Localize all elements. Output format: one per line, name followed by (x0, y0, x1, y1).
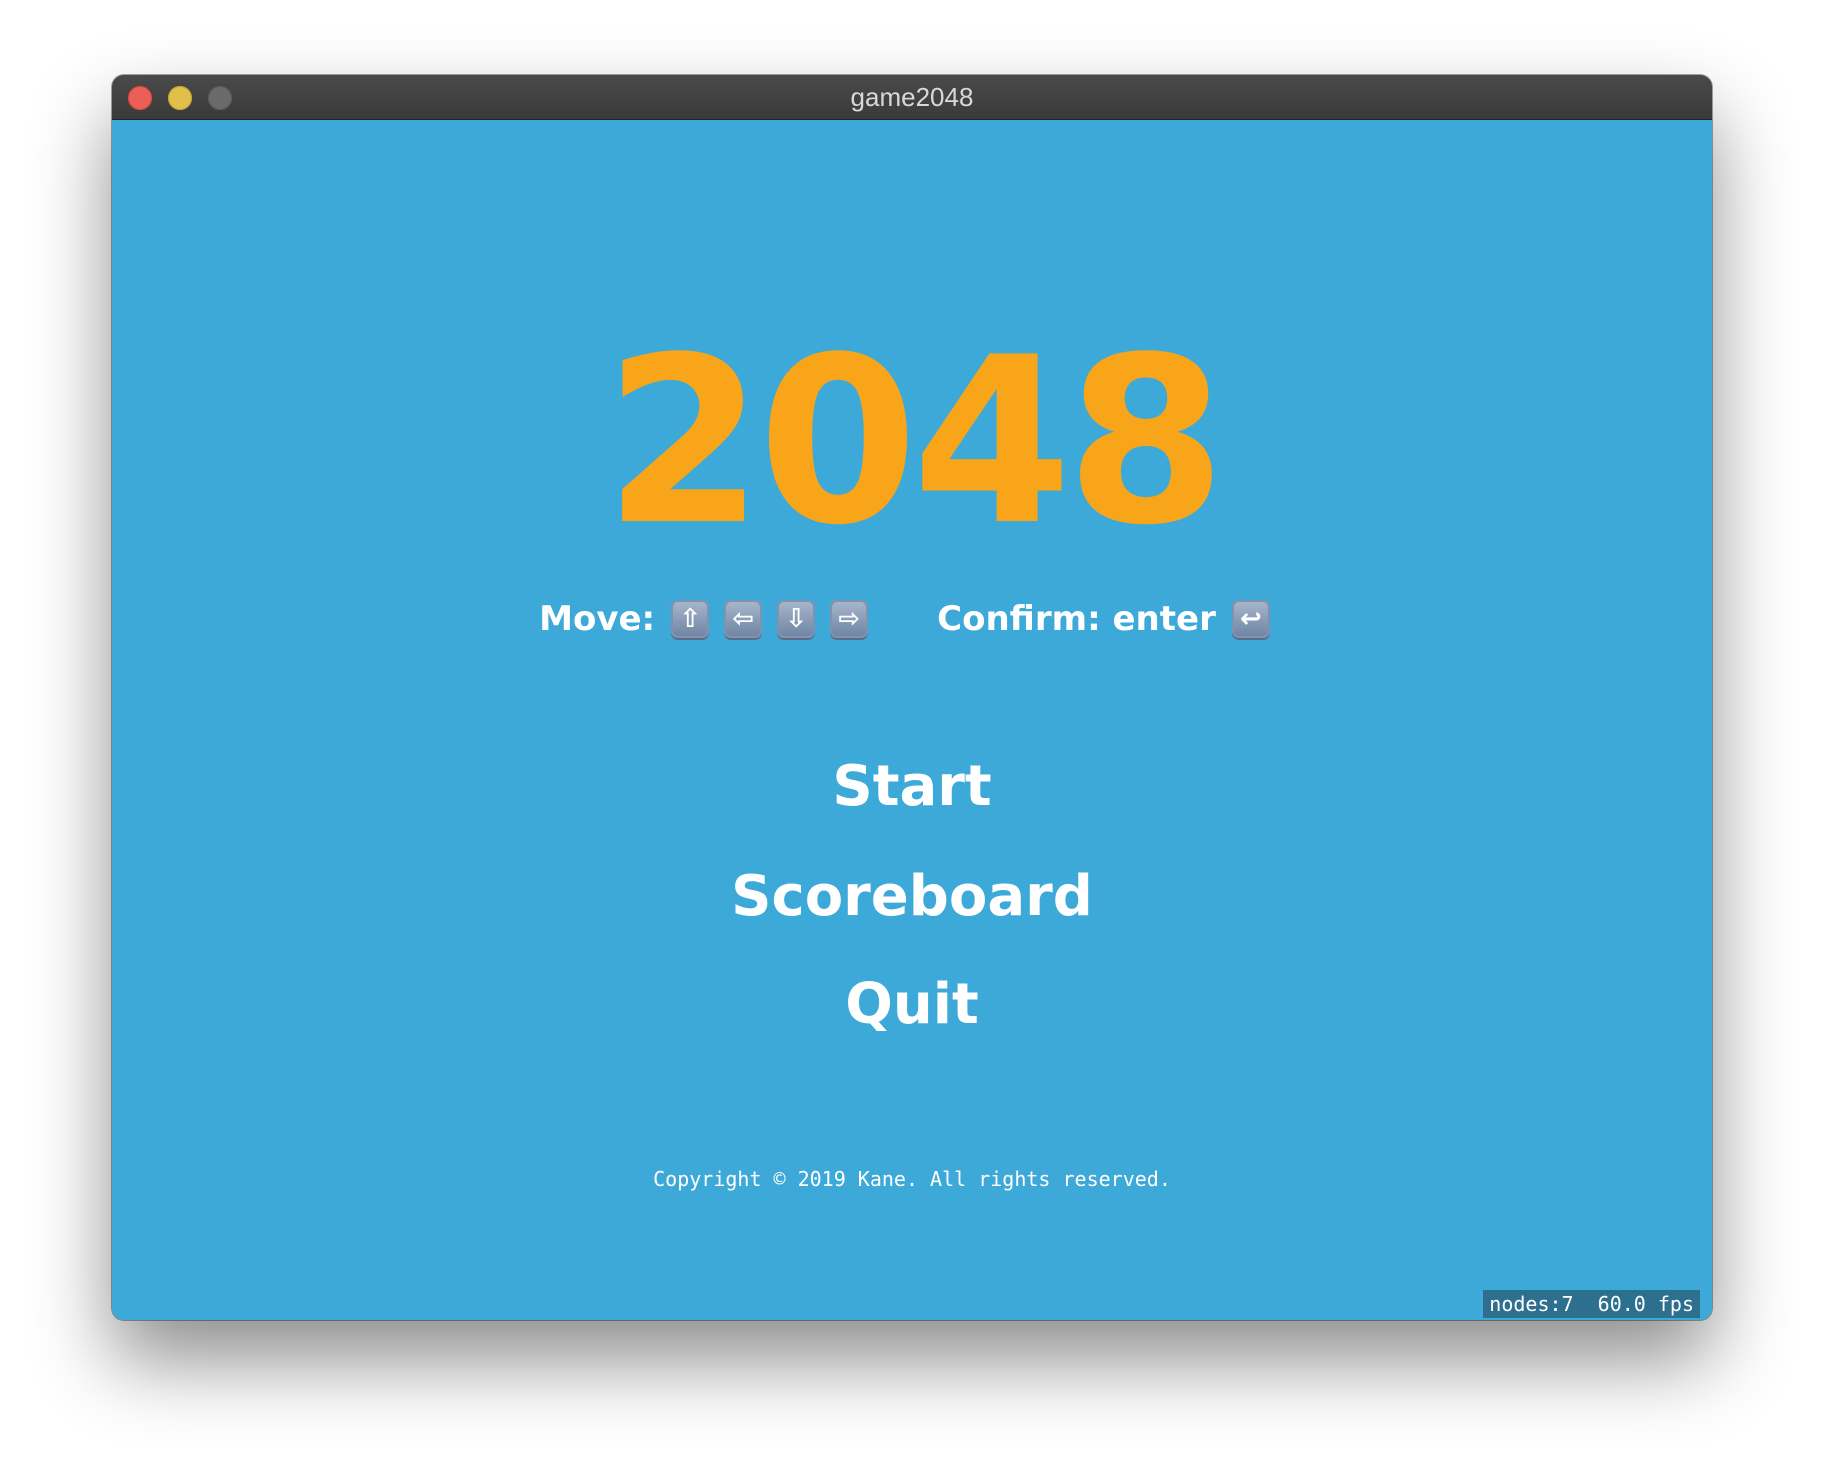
scoreboard-label[interactable]: Scoreboard (731, 865, 1093, 929)
enter-key-icon: ↩ (1231, 600, 1270, 638)
confirm-label: Confirm: enter (937, 599, 1216, 639)
start-label[interactable]: Start (832, 755, 991, 819)
title-bar[interactable]: game2048 (112, 75, 1712, 120)
down-arrow-key-icon: ⇩ (777, 600, 816, 638)
right-arrow-key-icon: ⇨ (830, 600, 869, 638)
confirm-controls: Confirm: enter ↩ (937, 599, 1285, 639)
quit-label[interactable]: Quit (845, 973, 978, 1037)
move-label: Move: (539, 599, 656, 639)
copyright-text: Copyright © 2019 Kane. All rights reserv… (653, 1167, 1171, 1191)
up-arrow-key-icon: ⇧ (671, 600, 710, 638)
game-window: game2048 2048 Move: ⇧ ⇦ ⇩ ⇨ Confirm: ent… (112, 75, 1712, 1320)
start-menu-item[interactable]: Start (112, 755, 1712, 819)
quit-menu-item[interactable]: Quit (112, 973, 1712, 1037)
game-canvas[interactable]: 2048 Move: ⇧ ⇦ ⇩ ⇨ Confirm: enter ↩ Star… (112, 120, 1712, 1320)
debug-stats: nodes:7 60.0 fps (1483, 1290, 1700, 1318)
left-arrow-key-icon: ⇦ (724, 600, 763, 638)
controls-hint: Move: ⇧ ⇦ ⇩ ⇨ Confirm: enter ↩ (112, 594, 1712, 644)
game-logo: 2048 (603, 309, 1226, 576)
window-title: game2048 (850, 82, 974, 112)
scoreboard-menu-item[interactable]: Scoreboard (112, 865, 1712, 929)
move-controls: Move: ⇧ ⇦ ⇩ ⇨ (539, 599, 883, 639)
